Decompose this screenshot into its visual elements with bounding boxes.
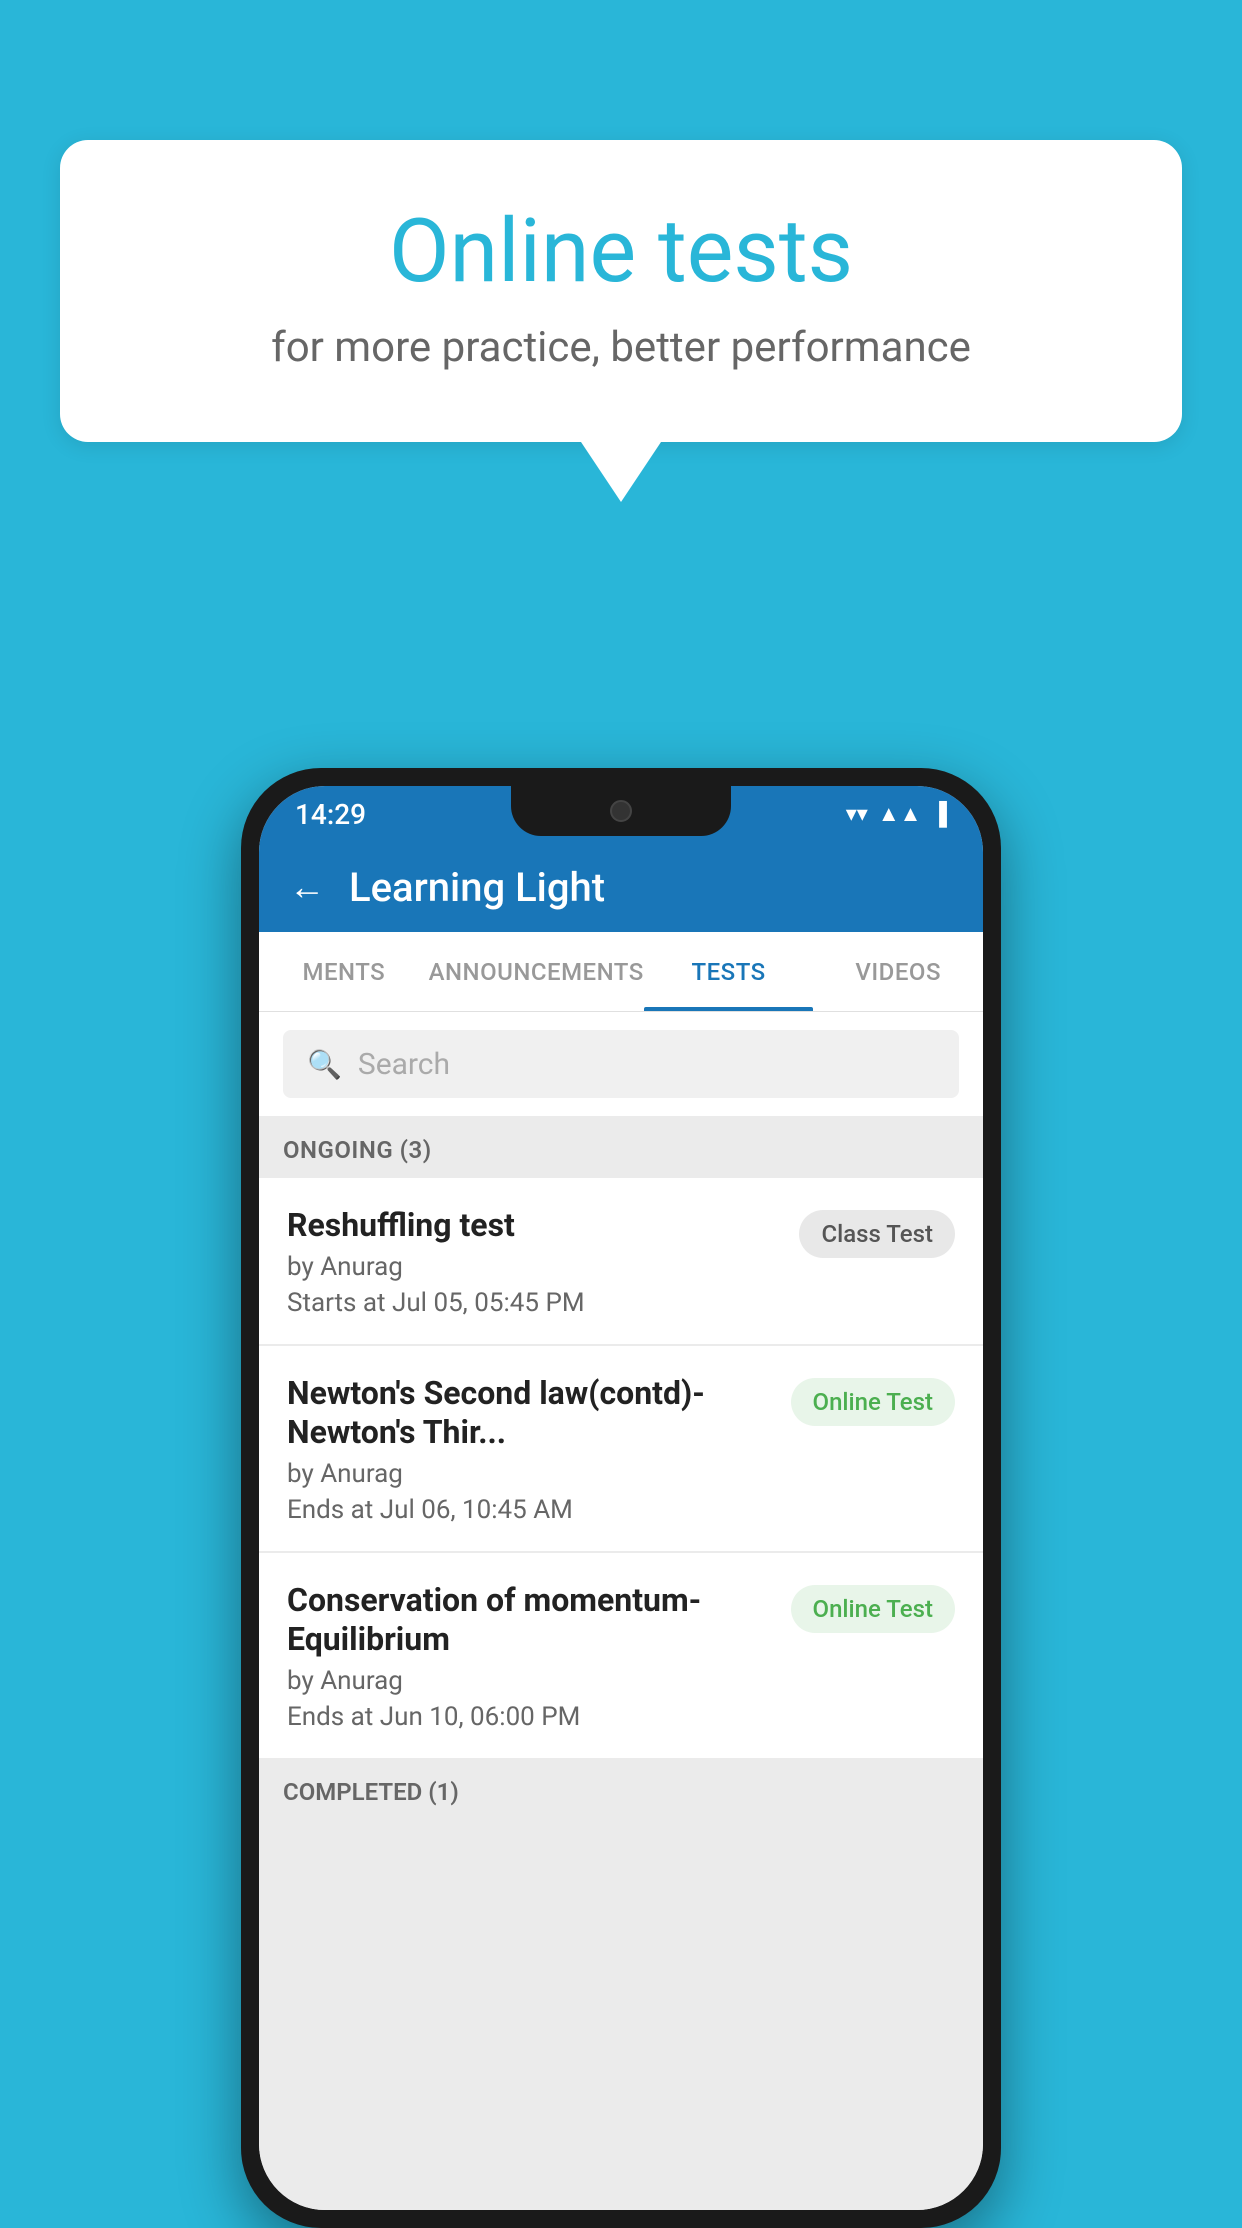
test-date: Ends at Jun 10, 06:00 PM bbox=[287, 1702, 771, 1732]
badge-class-test: Class Test bbox=[799, 1210, 955, 1258]
search-icon: 🔍 bbox=[307, 1048, 342, 1081]
speech-bubble: Online tests for more practice, better p… bbox=[60, 140, 1182, 442]
search-box[interactable]: 🔍 Search bbox=[283, 1030, 959, 1098]
test-date: Starts at Jul 05, 05:45 PM bbox=[287, 1288, 779, 1318]
tab-videos[interactable]: VIDEOS bbox=[813, 932, 983, 1011]
completed-section-header: COMPLETED (1) bbox=[259, 1760, 983, 1820]
search-container: 🔍 Search bbox=[259, 1012, 983, 1116]
tab-announcements[interactable]: ANNOUNCEMENTS bbox=[429, 932, 644, 1011]
test-name: Reshuffling test bbox=[287, 1206, 779, 1244]
status-time: 14:29 bbox=[295, 798, 366, 831]
test-item-left: Reshuffling test by Anurag Starts at Jul… bbox=[287, 1206, 799, 1318]
badge-online-test-2: Online Test bbox=[791, 1585, 955, 1633]
app-bar: ← Learning Light bbox=[259, 842, 983, 932]
bubble-subtitle: for more practice, better performance bbox=[140, 323, 1102, 372]
content-area: ONGOING (3) Reshuffling test by Anurag S… bbox=[259, 1116, 983, 2210]
tab-tests[interactable]: TESTS bbox=[644, 932, 814, 1011]
bubble-title: Online tests bbox=[140, 200, 1102, 303]
wifi-icon: ▾▾ bbox=[846, 802, 868, 827]
ongoing-title: ONGOING (3) bbox=[283, 1136, 432, 1164]
tabs-bar: MENTS ANNOUNCEMENTS TESTS VIDEOS bbox=[259, 932, 983, 1012]
battery-icon: ▐ bbox=[931, 801, 947, 827]
test-item[interactable]: Conservation of momentum-Equilibrium by … bbox=[259, 1553, 983, 1758]
signal-icon: ▲▲ bbox=[878, 801, 922, 827]
phone-frame: 14:29 ▾▾ ▲▲ ▐ ← Learning Light MENTS ANN… bbox=[241, 768, 1001, 2228]
test-date: Ends at Jul 06, 10:45 AM bbox=[287, 1495, 771, 1525]
badge-online-test: Online Test bbox=[791, 1378, 955, 1426]
test-item[interactable]: Reshuffling test by Anurag Starts at Jul… bbox=[259, 1178, 983, 1344]
test-author: by Anurag bbox=[287, 1252, 779, 1282]
status-icons: ▾▾ ▲▲ ▐ bbox=[846, 801, 947, 827]
test-item[interactable]: Newton's Second law(contd)-Newton's Thir… bbox=[259, 1346, 983, 1551]
ongoing-section-header: ONGOING (3) bbox=[259, 1116, 983, 1178]
test-author: by Anurag bbox=[287, 1666, 771, 1696]
phone-notch bbox=[511, 786, 731, 836]
phone-camera bbox=[610, 800, 632, 822]
search-placeholder: Search bbox=[358, 1047, 450, 1082]
test-item-left: Newton's Second law(contd)-Newton's Thir… bbox=[287, 1374, 791, 1525]
tab-ments[interactable]: MENTS bbox=[259, 932, 429, 1011]
test-name: Conservation of momentum-Equilibrium bbox=[287, 1581, 771, 1658]
app-title: Learning Light bbox=[349, 864, 605, 911]
bubble-arrow bbox=[581, 442, 661, 502]
completed-title: COMPLETED (1) bbox=[283, 1778, 459, 1806]
speech-bubble-container: Online tests for more practice, better p… bbox=[60, 140, 1182, 502]
test-item-left: Conservation of momentum-Equilibrium by … bbox=[287, 1581, 791, 1732]
test-name: Newton's Second law(contd)-Newton's Thir… bbox=[287, 1374, 771, 1451]
phone-screen: 14:29 ▾▾ ▲▲ ▐ ← Learning Light MENTS ANN… bbox=[259, 786, 983, 2210]
back-button[interactable]: ← bbox=[289, 866, 325, 908]
test-author: by Anurag bbox=[287, 1459, 771, 1489]
